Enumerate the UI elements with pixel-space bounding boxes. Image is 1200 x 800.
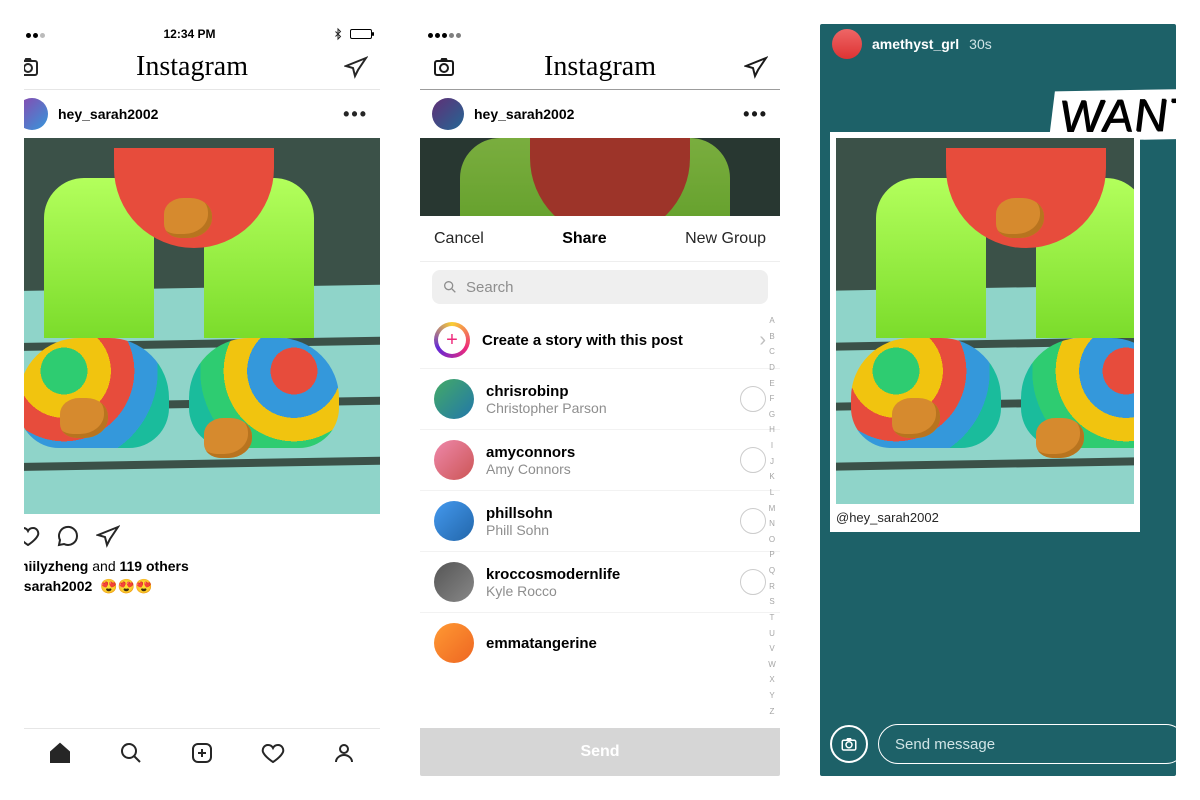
select-circle[interactable] — [740, 508, 766, 534]
avatar[interactable] — [24, 98, 48, 130]
direct-icon[interactable] — [344, 55, 368, 79]
likes-row[interactable]: miilyzheng and 119 others — [24, 558, 380, 574]
avatar — [434, 440, 474, 480]
story-camera-button[interactable] — [830, 725, 868, 763]
status-bar: 12:34 PM — [24, 24, 380, 44]
post-username[interactable]: hey_sarah2002 — [58, 106, 158, 122]
screen-share: Instagram hey_sarah2002 ••• Cancel Share — [420, 24, 780, 776]
screen-story: amethyst_grl 30s WANT @hey_sarah2002 — [820, 24, 1176, 776]
signal-dots-icon — [428, 27, 463, 41]
screen-feed: 12:34 PM Instagram hey_sarah2002 ••• — [24, 24, 380, 776]
contact-row[interactable]: kroccosmodernlifeKyle Rocco — [420, 552, 780, 613]
tab-bar — [24, 728, 380, 776]
cancel-button[interactable]: Cancel — [434, 230, 484, 248]
contact-row[interactable]: phillsohnPhill Sohn — [420, 491, 780, 552]
select-circle[interactable] — [740, 569, 766, 595]
liker-name: miilyzheng — [24, 558, 88, 574]
avatar — [434, 501, 474, 541]
search-icon — [442, 279, 458, 295]
contact-row[interactable]: emmatangerine — [420, 613, 780, 673]
status-bar — [420, 24, 780, 44]
camera-icon — [432, 55, 456, 79]
post-attribution: @hey_sarah2002 — [836, 504, 1134, 525]
share-icon[interactable] — [96, 524, 120, 548]
story-background[interactable]: amethyst_grl 30s WANT @hey_sarah2002 — [820, 24, 1176, 776]
contact-row[interactable]: amyconnorsAmy Connors — [420, 430, 780, 491]
post-image — [420, 138, 780, 228]
post-username: hey_sarah2002 — [474, 106, 574, 122]
more-options-icon[interactable]: ••• — [343, 104, 368, 125]
post-actions — [24, 514, 380, 558]
avatar — [434, 623, 474, 663]
send-button[interactable]: Send — [420, 728, 780, 776]
chevron-right-icon: › — [759, 329, 766, 352]
status-time: 12:34 PM — [163, 27, 215, 41]
search-input[interactable]: Search — [432, 270, 768, 304]
direct-icon — [744, 55, 768, 79]
app-header: Instagram — [24, 44, 380, 90]
select-circle[interactable] — [740, 386, 766, 412]
signal-dots-icon — [24, 27, 47, 41]
share-sheet: Cancel Share New Group Search + Create a… — [420, 216, 780, 776]
add-tab-icon[interactable] — [190, 741, 214, 765]
avatar — [434, 562, 474, 602]
caption-username[interactable]: _sarah2002 — [24, 578, 92, 594]
caption: _sarah2002 😍😍😍 — [24, 574, 380, 599]
camera-icon — [840, 735, 858, 753]
comment-icon[interactable] — [56, 524, 80, 548]
contact-row[interactable]: chrisrobinpChristopher Parson — [420, 369, 780, 430]
home-tab-icon[interactable] — [48, 741, 72, 765]
app-header: Instagram — [420, 44, 780, 90]
select-circle[interactable] — [740, 447, 766, 473]
alpha-index[interactable]: ABCDEFGHIJKLMNOPQRSTUVWXYZ — [766, 316, 778, 716]
post-header: hey_sarah2002 ••• — [24, 90, 380, 138]
camera-icon[interactable] — [24, 55, 40, 79]
more-options-icon: ••• — [743, 104, 768, 125]
avatar — [434, 379, 474, 419]
battery-icon — [350, 29, 372, 39]
avatar[interactable] — [832, 29, 862, 59]
like-icon[interactable] — [24, 524, 40, 548]
post-image[interactable] — [24, 138, 380, 514]
message-input[interactable]: Send message — [878, 724, 1176, 764]
new-group-button[interactable]: New Group — [685, 230, 766, 248]
sheet-title: Share — [562, 230, 606, 248]
activity-tab-icon[interactable] — [261, 741, 285, 765]
bluetooth-icon — [332, 27, 344, 41]
instagram-logo: Instagram — [136, 51, 248, 83]
embedded-post[interactable]: @hey_sarah2002 — [830, 132, 1140, 532]
likes-count: 119 others — [120, 558, 189, 574]
instagram-logo: Instagram — [544, 51, 656, 83]
story-ring-icon: + — [434, 322, 470, 358]
avatar — [432, 98, 464, 130]
create-story-label: Create a story with this post — [482, 332, 747, 349]
story-age: 30s — [969, 36, 992, 52]
message-placeholder: Send message — [895, 736, 995, 753]
story-username[interactable]: amethyst_grl — [872, 36, 959, 52]
caption-text: 😍😍😍 — [100, 578, 152, 594]
search-tab-icon[interactable] — [119, 741, 143, 765]
create-story-row[interactable]: + Create a story with this post › — [420, 312, 780, 369]
search-placeholder: Search — [466, 279, 514, 296]
profile-tab-icon[interactable] — [332, 741, 356, 765]
story-header: amethyst_grl 30s — [820, 24, 1176, 64]
post-header: hey_sarah2002 ••• — [420, 90, 780, 138]
